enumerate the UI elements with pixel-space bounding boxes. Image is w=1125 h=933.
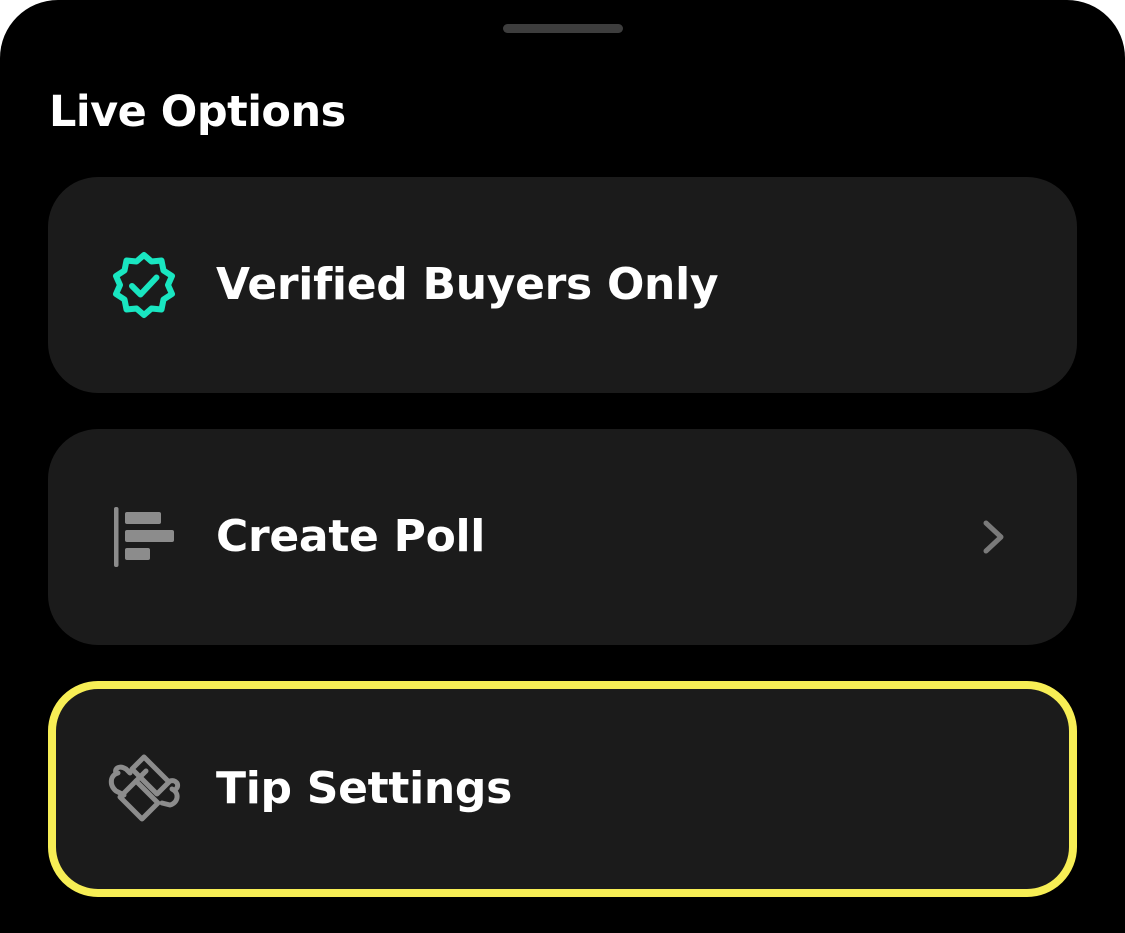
create-poll-option[interactable]: Create Poll	[48, 429, 1077, 645]
poll-bars-icon	[106, 499, 182, 575]
option-label: Tip Settings	[216, 763, 512, 814]
sheet-title: Live Options	[49, 87, 346, 137]
winged-money-icon	[106, 751, 182, 827]
sheet-drag-handle[interactable]	[503, 24, 623, 33]
chevron-right-icon	[973, 515, 1013, 559]
option-label: Verified Buyers Only	[216, 259, 719, 310]
live-options-sheet: Live Options Verified Buyers Only Create…	[0, 0, 1125, 933]
tip-settings-option[interactable]: Tip Settings	[48, 681, 1077, 897]
verified-buyers-only-option[interactable]: Verified Buyers Only	[48, 177, 1077, 393]
verified-badge-icon	[106, 247, 182, 323]
option-label: Create Poll	[216, 511, 486, 562]
